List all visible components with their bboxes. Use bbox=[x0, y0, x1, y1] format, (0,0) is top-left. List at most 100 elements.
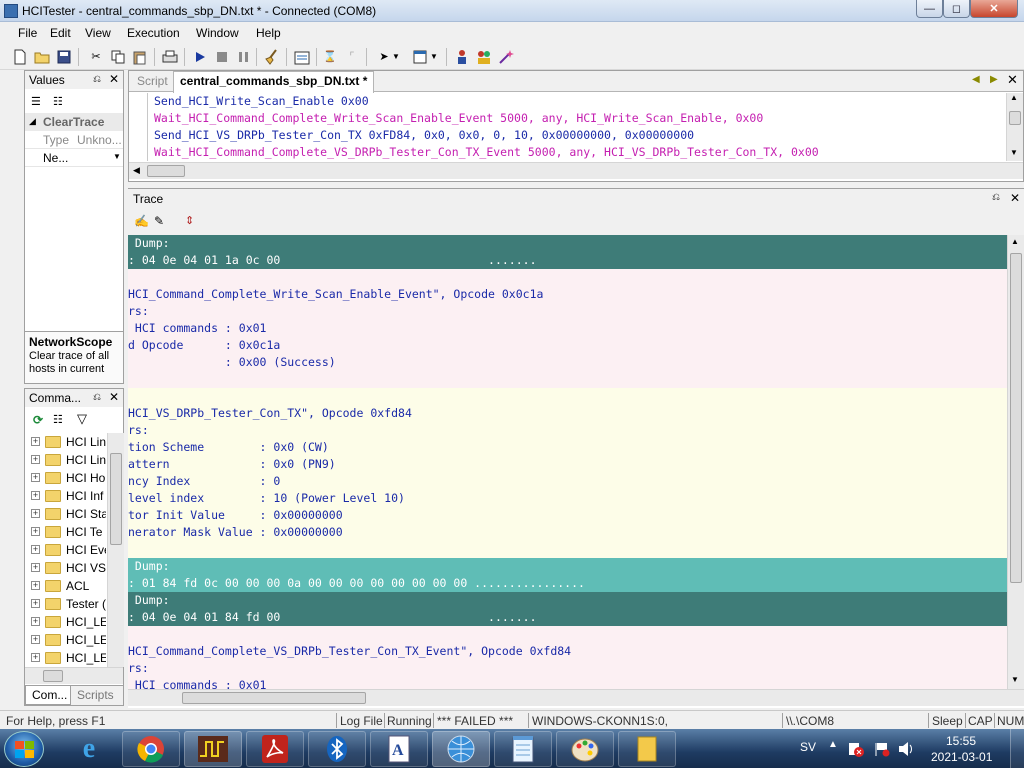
ie-taskbar-icon[interactable]: e bbox=[60, 731, 118, 767]
tab-right-arrow-icon[interactable]: ▶ bbox=[990, 74, 998, 85]
expand-icon[interactable]: + bbox=[31, 473, 40, 482]
filter-icon[interactable]: ▽ bbox=[77, 411, 87, 427]
expand-icon[interactable]: + bbox=[31, 581, 40, 590]
maximize-button[interactable]: ◻ bbox=[943, 0, 970, 18]
commands-scrollbar[interactable] bbox=[107, 433, 124, 667]
hcitester-taskbar-icon[interactable] bbox=[184, 731, 242, 767]
run-icon[interactable] bbox=[192, 49, 208, 65]
paint-taskbar-icon[interactable] bbox=[556, 731, 614, 767]
expand-icon[interactable]: + bbox=[31, 455, 40, 464]
export-icon[interactable]: ✍ bbox=[134, 214, 149, 228]
close-icon[interactable]: ✕ bbox=[109, 390, 119, 404]
connect-disabled-icon[interactable]: ⌛ bbox=[322, 49, 338, 65]
tree-item[interactable]: + HCI Te bbox=[25, 523, 107, 541]
tree-item[interactable]: + HCI Sta bbox=[25, 505, 107, 523]
user-figure-icon[interactable] bbox=[454, 49, 470, 65]
expand-icon[interactable]: + bbox=[31, 635, 40, 644]
property-row[interactable]: Type Unkno... bbox=[25, 131, 123, 149]
security-alert-icon[interactable] bbox=[848, 741, 864, 757]
script-hscrollbar[interactable]: ◀ bbox=[129, 162, 1023, 179]
cut-icon[interactable]: ✂ bbox=[88, 49, 104, 65]
close-tab-icon[interactable]: ✕ bbox=[1007, 72, 1018, 88]
new-file-icon[interactable] bbox=[12, 49, 28, 65]
print-icon[interactable] bbox=[162, 49, 178, 65]
clear-broom-icon[interactable] bbox=[264, 49, 280, 65]
paste-icon[interactable] bbox=[132, 49, 148, 65]
tree-item[interactable]: + HCI_LE bbox=[25, 649, 107, 667]
save-icon[interactable] bbox=[56, 49, 72, 65]
tab-left-arrow-icon[interactable]: ◀ bbox=[972, 74, 980, 85]
menu-file[interactable]: File bbox=[18, 26, 37, 40]
menu-window[interactable]: Window bbox=[196, 26, 239, 40]
window-layout-icon[interactable] bbox=[412, 49, 428, 65]
trace-output[interactable]: Dump:: 04 0e 04 01 1a 0c 00 ....... HCI_C… bbox=[128, 235, 1007, 689]
show-desktop-button[interactable] bbox=[1010, 729, 1024, 768]
disconnect-disabled-icon[interactable]: ⌜ bbox=[344, 49, 360, 65]
close-button[interactable]: ✕ bbox=[970, 0, 1018, 18]
trace-hscrollbar[interactable] bbox=[128, 689, 1024, 706]
pointer-dropdown-icon[interactable]: ➤ bbox=[376, 49, 392, 65]
property-pages-icon[interactable]: ☷ bbox=[53, 95, 63, 108]
tree-item[interactable]: + HCI Eve bbox=[25, 541, 107, 559]
pin-icon[interactable]: ⎌ bbox=[93, 74, 101, 85]
expand-icon[interactable]: + bbox=[31, 491, 40, 500]
group-icon[interactable] bbox=[476, 49, 492, 65]
flag-icon[interactable] bbox=[874, 741, 890, 757]
commands-hscrollbar[interactable] bbox=[25, 667, 123, 684]
tab-commands[interactable]: Com... bbox=[25, 686, 71, 705]
sort-list-icon[interactable]: ☰ bbox=[31, 95, 41, 108]
tab-central-commands[interactable]: central_commands_sbp_DN.txt * bbox=[173, 71, 375, 93]
clock-time[interactable]: 15:55 bbox=[946, 734, 976, 748]
menu-execution[interactable]: Execution bbox=[127, 26, 180, 40]
refresh-icon[interactable]: ⟳ bbox=[33, 413, 43, 427]
open-folder-icon[interactable] bbox=[34, 49, 50, 65]
file-explorer-taskbar-icon[interactable] bbox=[618, 731, 676, 767]
expand-icon[interactable]: + bbox=[31, 545, 40, 554]
scroll-up-icon[interactable]: ▲ bbox=[1011, 237, 1019, 246]
menu-help[interactable]: Help bbox=[256, 26, 281, 40]
expand-icon[interactable]: + bbox=[31, 653, 40, 662]
tree-item[interactable]: + HCI Inf bbox=[25, 487, 107, 505]
tab-script[interactable]: Script bbox=[137, 74, 168, 88]
tree-item[interactable]: + HCI Ho bbox=[25, 469, 107, 487]
pdf-reader-taskbar-icon[interactable] bbox=[246, 731, 304, 767]
scroll-up-icon[interactable]: ▲ bbox=[1010, 93, 1018, 102]
menu-edit[interactable]: Edit bbox=[50, 26, 71, 40]
chevron-up-icon[interactable]: ▲ bbox=[828, 739, 838, 750]
notepad-taskbar-icon[interactable] bbox=[494, 731, 552, 767]
chevron-down-icon[interactable]: ▼ bbox=[113, 152, 121, 161]
menu-view[interactable]: View bbox=[85, 26, 111, 40]
language-indicator[interactable]: SV bbox=[800, 740, 816, 754]
pin-icon[interactable]: ⎌ bbox=[992, 192, 1000, 203]
script-vscrollbar[interactable]: ▲ ▼ bbox=[1006, 93, 1023, 161]
expand-icon[interactable]: + bbox=[31, 437, 40, 446]
tree-item[interactable]: + HCI VS bbox=[25, 559, 107, 577]
collapse-icon[interactable]: ◢ bbox=[29, 116, 36, 127]
scroll-left-icon[interactable]: ◀ bbox=[133, 165, 140, 176]
close-icon[interactable]: ✕ bbox=[1010, 191, 1020, 205]
tab-scripts[interactable]: Scripts bbox=[77, 688, 114, 702]
minimize-button[interactable]: — bbox=[916, 0, 943, 18]
pause-icon[interactable] bbox=[236, 49, 252, 65]
chrome-taskbar-icon[interactable] bbox=[122, 731, 180, 767]
tree-item[interactable]: + Tester ( bbox=[25, 595, 107, 613]
scroll-down-icon[interactable]: ▼ bbox=[1011, 675, 1019, 684]
bluetooth-taskbar-icon[interactable] bbox=[308, 731, 366, 767]
pin-icon[interactable]: ⎌ bbox=[93, 392, 101, 403]
tree-item[interactable]: + HCI Lin bbox=[25, 433, 107, 451]
chevron-down-icon[interactable]: ▼ bbox=[430, 49, 438, 65]
properties-icon[interactable] bbox=[294, 49, 310, 65]
expand-icon[interactable]: + bbox=[31, 563, 40, 572]
trace-vscrollbar[interactable]: ▲ ▼ bbox=[1007, 235, 1024, 689]
stop-icon[interactable] bbox=[214, 49, 230, 65]
scroll-lock-icon[interactable]: ⇕ bbox=[185, 214, 194, 227]
document-editor-taskbar-icon[interactable]: A bbox=[370, 731, 428, 767]
clear-broom-icon[interactable]: ✎ bbox=[154, 214, 164, 228]
magic-wand-icon[interactable] bbox=[498, 49, 514, 65]
tree-item[interactable]: + ACL bbox=[25, 577, 107, 595]
close-icon[interactable]: ✕ bbox=[109, 72, 119, 86]
start-button[interactable] bbox=[4, 731, 44, 767]
scroll-down-icon[interactable]: ▼ bbox=[1010, 148, 1018, 157]
chevron-down-icon[interactable]: ▼ bbox=[392, 49, 400, 65]
expand-icon[interactable]: + bbox=[31, 527, 40, 536]
